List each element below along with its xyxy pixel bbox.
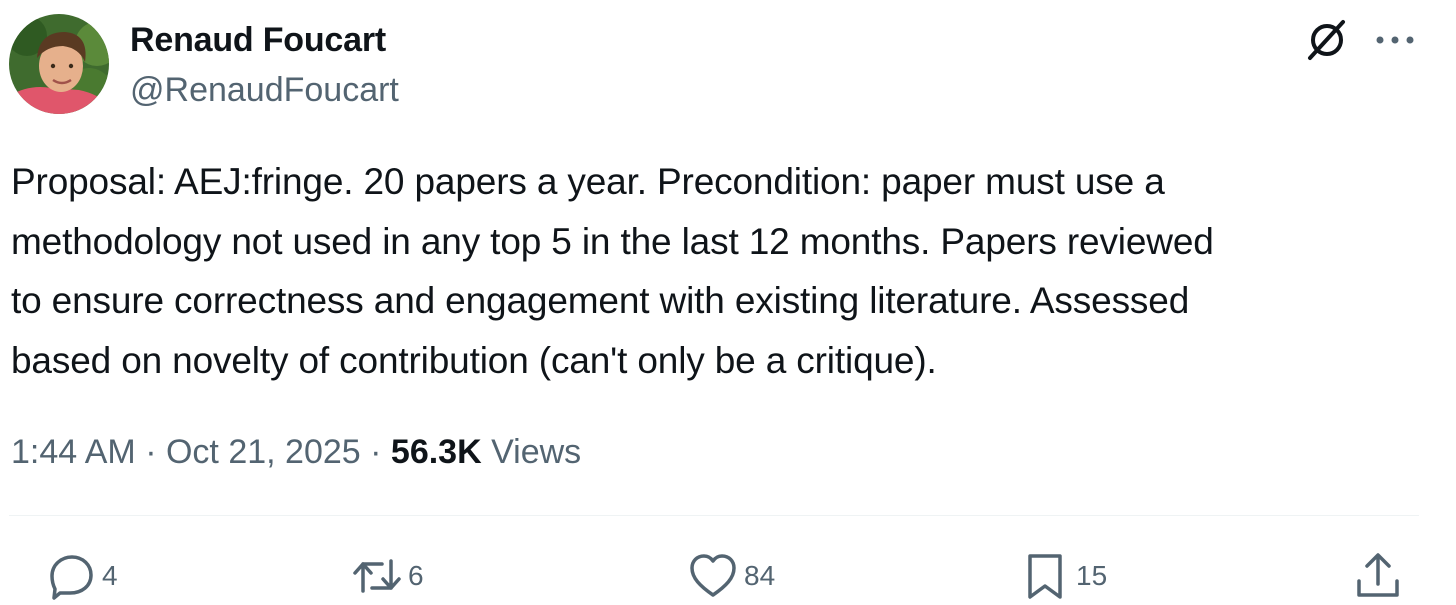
tweet-meta: 1:44 AM · Oct 21, 2025 · 56.3K Views — [11, 428, 581, 476]
repost-count: 6 — [408, 560, 424, 591]
repost-button[interactable]: 6 — [352, 550, 424, 602]
tweet-time[interactable]: 1:44 AM — [11, 433, 136, 471]
meta-separator: · — [370, 433, 382, 471]
reply-button[interactable]: 4 — [46, 550, 118, 602]
reply-icon — [50, 555, 93, 600]
bookmark-icon — [1028, 554, 1062, 599]
tweet-date[interactable]: Oct 21, 2025 — [166, 433, 361, 471]
reply-count: 4 — [102, 560, 118, 591]
like-button[interactable]: 84 — [688, 550, 775, 602]
views-count: 56.3K — [390, 433, 482, 471]
tweet: Renaud Foucart @RenaudFoucart Proposal: … — [0, 0, 1456, 605]
views-label: Views — [491, 433, 582, 471]
bookmark-count: 15 — [1076, 560, 1108, 591]
more-icon[interactable] — [1370, 22, 1420, 58]
like-count: 84 — [744, 560, 776, 591]
retweet-icon — [353, 559, 401, 593]
grok-icon[interactable] — [1303, 16, 1351, 64]
share-icon — [1357, 553, 1399, 597]
avatar[interactable] — [9, 14, 109, 114]
share-button[interactable] — [1353, 550, 1403, 602]
like-icon — [690, 554, 736, 597]
author-handle[interactable]: @RenaudFoucart — [130, 68, 399, 112]
bookmark-button[interactable]: 15 — [1020, 550, 1107, 602]
tweet-text: Proposal: AEJ:fringe. 20 papers a year. … — [11, 161, 1214, 381]
author-display-name[interactable]: Renaud Foucart — [130, 18, 386, 62]
divider — [9, 515, 1419, 516]
meta-separator: · — [145, 433, 157, 471]
